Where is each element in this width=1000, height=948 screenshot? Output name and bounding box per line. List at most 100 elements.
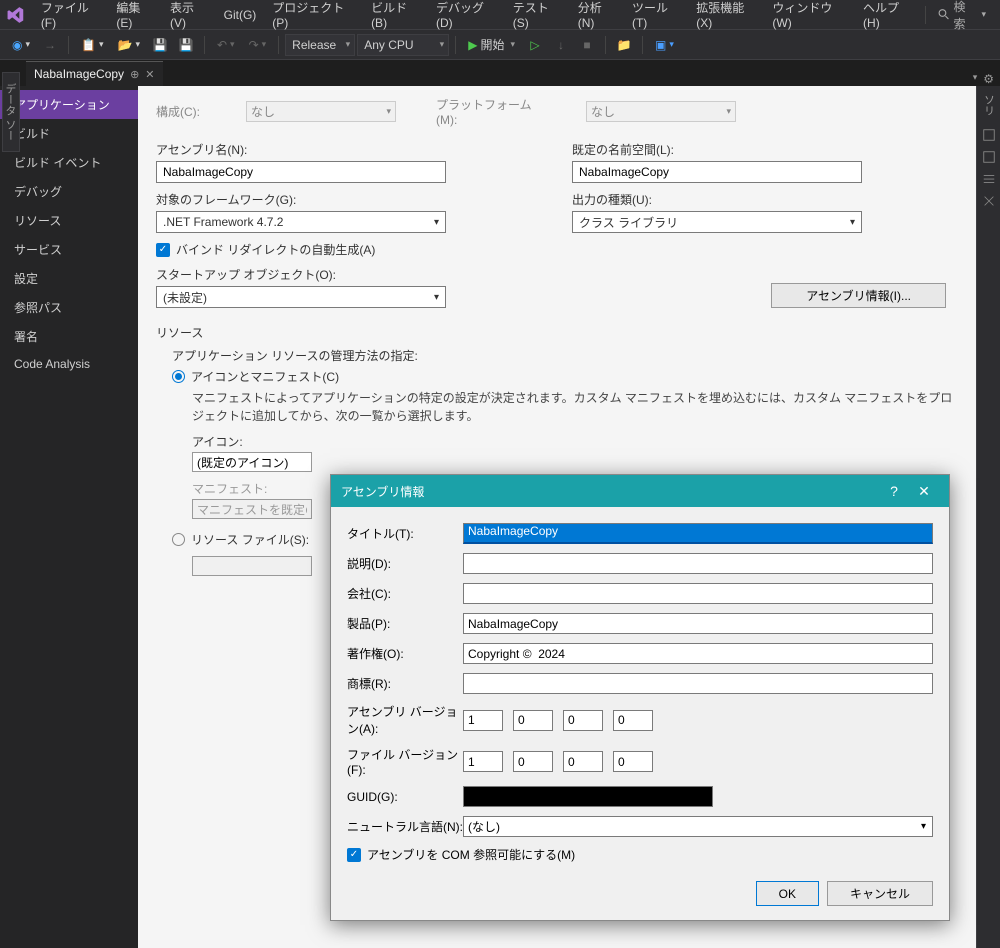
desc-input[interactable]	[463, 553, 933, 574]
close-icon[interactable]: ✕	[145, 68, 154, 81]
menu-build[interactable]: ビルド(B)	[363, 0, 428, 34]
tab-overflow-icon[interactable]: ▾	[973, 72, 978, 86]
platform-label: プラットフォーム(M):	[436, 96, 546, 127]
file-version-4[interactable]	[613, 751, 653, 772]
com-visible-checkbox[interactable]: ✓	[347, 848, 361, 862]
copyright-input[interactable]	[463, 643, 933, 664]
menu-analyze[interactable]: 分析(N)	[570, 0, 624, 34]
search-icon	[938, 8, 950, 21]
asm-version-1[interactable]	[463, 710, 503, 731]
redo-button[interactable]: ↷▾	[243, 34, 273, 56]
sidebar-item-codeanalysis[interactable]: Code Analysis	[0, 351, 138, 377]
default-ns-input[interactable]	[572, 161, 862, 183]
assembly-name-input[interactable]	[156, 161, 446, 183]
open-button[interactable]: 📂▾	[112, 34, 146, 56]
dialog-close-icon[interactable]: ✕	[909, 483, 939, 500]
panel-icon-4[interactable]	[982, 194, 996, 208]
file-version-label: ファイル バージョン(F):	[347, 746, 463, 777]
gear-icon[interactable]: ⚙	[983, 72, 994, 86]
platform-dropdown[interactable]: Any CPU	[357, 34, 449, 56]
manifest-input	[192, 499, 312, 519]
undo-button[interactable]: ↶▾	[211, 34, 241, 56]
default-ns-label: 既定の名前空間(L):	[572, 141, 958, 158]
toolbar: ◉▾ → 📋▾ 📂▾ 💾 💾 ↶▾ ↷▾ Release Any CPU ▶ 開…	[0, 30, 1000, 60]
panel-icon-3[interactable]	[982, 172, 996, 186]
menu-file[interactable]: ファイル(F)	[33, 0, 109, 34]
menu-test[interactable]: テスト(S)	[505, 0, 570, 34]
company-input[interactable]	[463, 583, 933, 604]
output-select[interactable]: クラス ライブラリ	[572, 211, 862, 233]
neutral-lang-select[interactable]: (なし)	[463, 816, 933, 837]
framework-select[interactable]: .NET Framework 4.7.2	[156, 211, 446, 233]
menu-edit[interactable]: 編集(E)	[108, 0, 162, 34]
window-layout-button[interactable]: ▣▾	[649, 34, 680, 56]
new-item-button[interactable]: 📋▾	[75, 34, 109, 56]
nav-back-button[interactable]: ◉▾	[6, 34, 36, 56]
document-tabs: NabaImageCopy ⊕ ✕ ▾ ⚙	[0, 60, 1000, 86]
menu-help[interactable]: ヘルプ(H)	[855, 0, 921, 34]
dialog-titlebar[interactable]: アセンブリ情報 ? ✕	[331, 475, 949, 507]
document-tab[interactable]: NabaImageCopy ⊕ ✕	[26, 61, 163, 86]
file-version-2[interactable]	[513, 751, 553, 772]
resources-desc: アプリケーション リソースの管理方法の指定:	[172, 347, 958, 364]
sidebar-item-build[interactable]: ビルド	[0, 119, 138, 148]
trademark-input[interactable]	[463, 673, 933, 694]
pin-icon[interactable]: ⊕	[130, 68, 139, 81]
solution-config-dropdown[interactable]: Release	[285, 34, 355, 56]
resource-file-input	[192, 556, 312, 576]
startup-label: スタートアップ オブジェクト(O):	[156, 266, 536, 283]
menu-extensions[interactable]: 拡張機能(X)	[688, 0, 764, 34]
menu-window[interactable]: ウィンドウ(W)	[764, 0, 855, 34]
sidebar-item-debug[interactable]: デバッグ	[0, 177, 138, 206]
sidebar-item-buildevents[interactable]: ビルド イベント	[0, 148, 138, 177]
title-input[interactable]: NabaImageCopy	[463, 523, 933, 544]
guid-label: GUID(G):	[347, 790, 463, 804]
sidebar-item-services[interactable]: サービス	[0, 235, 138, 264]
sidebar-item-resources[interactable]: リソース	[0, 206, 138, 235]
stop-button[interactable]: ■	[575, 34, 599, 56]
trademark-label: 商標(R):	[347, 675, 463, 692]
menu-view[interactable]: 表示(V)	[162, 0, 216, 34]
step-button[interactable]: ↓	[549, 34, 573, 56]
ok-button[interactable]: OK	[756, 881, 819, 906]
config-label: 構成(C):	[156, 103, 206, 120]
bind-redirect-checkbox[interactable]: ✓	[156, 243, 170, 257]
file-version-1[interactable]	[463, 751, 503, 772]
desc-label: 説明(D):	[347, 555, 463, 572]
search-label: 検索	[953, 0, 975, 32]
file-version-3[interactable]	[563, 751, 603, 772]
solution-explorer-tab[interactable]: ソリ	[981, 90, 997, 120]
start-without-debug-button[interactable]: ▷	[523, 34, 547, 56]
data-sources-tab[interactable]: データ ソース	[2, 72, 20, 152]
menu-git[interactable]: Git(G)	[216, 4, 265, 26]
startup-select[interactable]: (未設定)	[156, 286, 446, 308]
save-button[interactable]: 💾	[148, 34, 172, 56]
help-icon[interactable]: ?	[879, 483, 909, 499]
toolbox-button[interactable]: 📁	[612, 34, 636, 56]
cancel-button[interactable]: キャンセル	[827, 881, 933, 906]
tab-title: NabaImageCopy	[34, 67, 124, 81]
sidebar-item-signing[interactable]: 署名	[0, 322, 138, 351]
search-box[interactable]: 検索▾	[930, 0, 994, 34]
vs-logo-icon	[6, 5, 25, 25]
sidebar-item-refpaths[interactable]: 参照パス	[0, 293, 138, 322]
asm-version-3[interactable]	[563, 710, 603, 731]
sidebar-item-settings[interactable]: 設定	[0, 264, 138, 293]
panel-icon-2[interactable]	[982, 150, 996, 164]
sidebar-item-application[interactable]: アプリケーション	[0, 90, 138, 119]
panel-icon-1[interactable]	[982, 128, 996, 142]
assembly-info-dialog: アセンブリ情報 ? ✕ タイトル(T):NabaImageCopy 説明(D):…	[330, 474, 950, 921]
product-input[interactable]	[463, 613, 933, 634]
asm-version-2[interactable]	[513, 710, 553, 731]
guid-input[interactable]	[463, 786, 713, 807]
assembly-info-button[interactable]: アセンブリ情報(I)...	[771, 283, 946, 308]
icon-manifest-radio[interactable]: アイコンとマニフェスト(C)	[172, 368, 958, 385]
asm-version-4[interactable]	[613, 710, 653, 731]
save-all-button[interactable]: 💾	[174, 34, 198, 56]
menu-tools[interactable]: ツール(T)	[624, 0, 688, 34]
icon-input[interactable]	[192, 452, 312, 472]
start-debug-button[interactable]: ▶ 開始▾	[462, 34, 521, 56]
menu-debug[interactable]: デバッグ(D)	[428, 0, 505, 34]
menu-project[interactable]: プロジェクト(P)	[264, 0, 363, 34]
nav-forward-button[interactable]: →	[38, 34, 62, 56]
